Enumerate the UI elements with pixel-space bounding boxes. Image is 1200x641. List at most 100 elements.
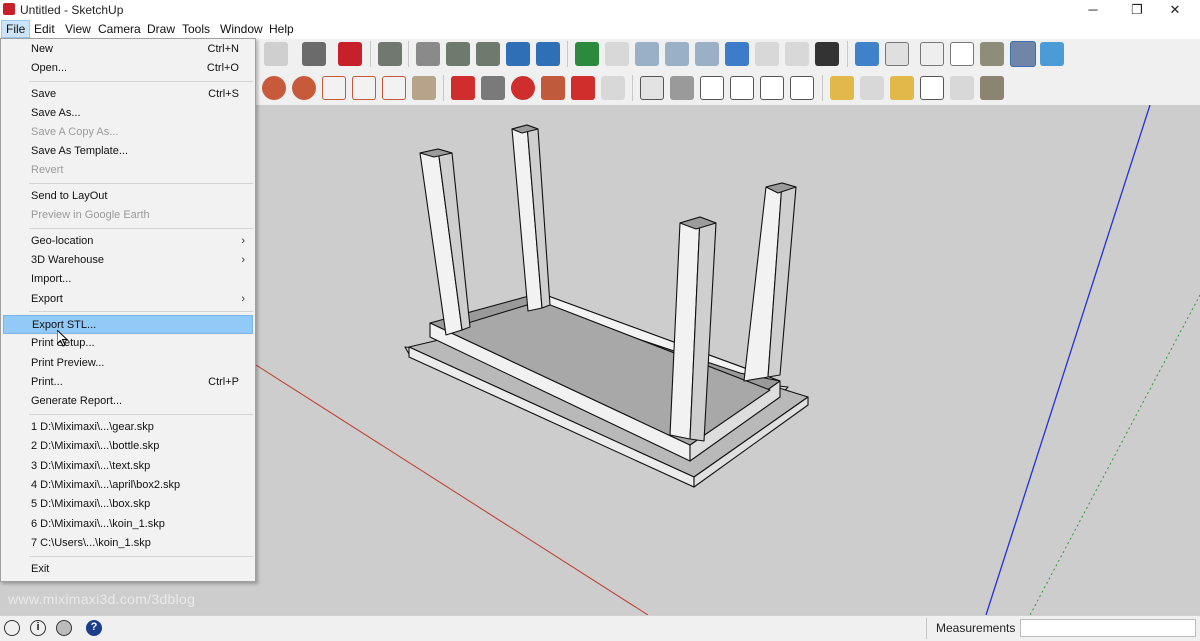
dimension-icon[interactable]: [860, 76, 884, 100]
submenu-arrow-icon: ›: [241, 293, 245, 305]
wireframe-icon[interactable]: [920, 42, 944, 66]
footprints-icon[interactable]: [815, 42, 839, 66]
menu-item-save[interactable]: Save Ctrl+S: [3, 85, 253, 104]
menu-item-save-as-template[interactable]: Save As Template...: [3, 142, 253, 161]
circle-icon[interactable]: [262, 76, 286, 100]
menu-camera[interactable]: Camera: [94, 21, 145, 37]
pie-icon[interactable]: [412, 76, 436, 100]
user-account-icon[interactable]: [56, 620, 72, 636]
toolbar-separator: [822, 75, 823, 101]
measurements-input[interactable]: [1020, 619, 1196, 637]
menu-view[interactable]: View: [61, 21, 95, 37]
menu-window[interactable]: Window: [216, 21, 267, 37]
polygon-icon[interactable]: [292, 76, 316, 100]
zoom-icon[interactable]: [635, 42, 659, 66]
menu-item-recent-file[interactable]: 7 C:\Users\...\koin_1.skp: [3, 534, 253, 553]
three-point-arc-icon[interactable]: [382, 76, 406, 100]
top-view-icon[interactable]: [446, 42, 470, 66]
menu-item-recent-file[interactable]: 2 D:\Miximaxi\...\bottle.skp: [3, 437, 253, 456]
print-icon[interactable]: [302, 42, 326, 66]
menu-item-print-preview[interactable]: Print Preview...: [3, 354, 253, 373]
help-icon[interactable]: ?: [86, 620, 102, 636]
3d-text-icon[interactable]: [980, 76, 1004, 100]
blue-axis: [985, 105, 1151, 615]
protractor-icon[interactable]: [890, 76, 914, 100]
menu-item-3d-warehouse[interactable]: 3D Warehouse ›: [3, 251, 253, 270]
menu-item-export[interactable]: Export ›: [3, 290, 253, 309]
table-model[interactable]: [404, 124, 809, 488]
menu-separator: [29, 311, 253, 312]
house-front-icon[interactable]: [730, 76, 754, 100]
menu-item-new[interactable]: New Ctrl+N: [3, 40, 253, 59]
position-camera-icon[interactable]: [725, 42, 749, 66]
tape-measure-icon[interactable]: [830, 76, 854, 100]
monochrome-icon[interactable]: [1040, 42, 1064, 66]
menu-item-geo-location[interactable]: Geo-location ›: [3, 232, 253, 251]
look-around-icon[interactable]: [785, 42, 809, 66]
status-separator: [926, 618, 927, 639]
redo-icon[interactable]: [264, 42, 288, 66]
hidden-line-icon[interactable]: [950, 42, 974, 66]
title-bar: Untitled - SketchUp ─ ❐ ✕: [0, 0, 1200, 19]
geo-location-icon[interactable]: [4, 620, 20, 636]
credits-info-icon[interactable]: i: [30, 620, 46, 636]
menu-item-print-setup[interactable]: Print Setup...: [3, 334, 253, 353]
menu-item-import[interactable]: Import...: [3, 270, 253, 289]
walk-icon[interactable]: [755, 42, 779, 66]
menu-item-save-as[interactable]: Save As...: [3, 104, 253, 123]
text-tool-icon[interactable]: [920, 76, 944, 100]
make-component-icon[interactable]: [378, 42, 402, 66]
home-icon[interactable]: [700, 76, 724, 100]
watermark-url: www.miximaxi3d.com/3dblog: [8, 591, 196, 607]
shaded-icon[interactable]: [980, 42, 1004, 66]
menu-item-print[interactable]: Print... Ctrl+P: [3, 373, 253, 392]
two-point-arc-icon[interactable]: [352, 76, 376, 100]
menu-edit[interactable]: Edit: [30, 21, 59, 37]
menu-separator: [29, 414, 253, 415]
back-view-icon[interactable]: [536, 42, 560, 66]
menu-item-export-stl[interactable]: Export STL...: [3, 315, 253, 334]
submenu-arrow-icon: ›: [241, 235, 245, 247]
front-view-icon[interactable]: [476, 42, 500, 66]
share-model-icon[interactable]: [670, 76, 694, 100]
warehouse-icon[interactable]: [640, 76, 664, 100]
model-info-icon[interactable]: [338, 42, 362, 66]
arc-icon[interactable]: [322, 76, 346, 100]
orbit-icon[interactable]: [575, 42, 599, 66]
menu-tools[interactable]: Tools: [178, 21, 214, 37]
menu-file[interactable]: File: [1, 20, 31, 38]
zoom-extents-icon[interactable]: [695, 42, 719, 66]
close-button[interactable]: ✕: [1152, 0, 1198, 19]
house-back-icon[interactable]: [790, 76, 814, 100]
push-pull-icon[interactable]: [481, 76, 505, 100]
house-right-icon[interactable]: [760, 76, 784, 100]
right-view-icon[interactable]: [506, 42, 530, 66]
menu-item-recent-file[interactable]: 6 D:\Miximaxi\...\koin_1.skp: [3, 515, 253, 534]
menu-item-recent-file[interactable]: 4 D:\Miximaxi\...\april\box2.skp: [3, 476, 253, 495]
move-icon[interactable]: [451, 76, 475, 100]
xray-icon[interactable]: [855, 42, 879, 66]
minimize-button[interactable]: ─: [1070, 0, 1116, 19]
menu-item-exit[interactable]: Exit: [3, 560, 253, 579]
shaded-textures-icon[interactable]: [1010, 41, 1036, 67]
iso-view-icon[interactable]: [416, 42, 440, 66]
menu-item-recent-file[interactable]: 1 D:\Miximaxi\...\gear.skp: [3, 418, 253, 437]
follow-me-icon[interactable]: [541, 76, 565, 100]
back-edges-icon[interactable]: [885, 42, 909, 66]
window-title: Untitled - SketchUp: [20, 3, 124, 17]
menu-item-recent-file[interactable]: 3 D:\Miximaxi\...\text.skp: [3, 457, 253, 476]
pan-icon[interactable]: [605, 42, 629, 66]
menu-item-generate-report[interactable]: Generate Report...: [3, 392, 253, 411]
zoom-window-icon[interactable]: [665, 42, 689, 66]
menu-draw[interactable]: Draw: [143, 21, 179, 37]
axes-icon[interactable]: [950, 76, 974, 100]
menu-help[interactable]: Help: [265, 21, 298, 37]
menu-item-send-to-layout[interactable]: Send to LayOut: [3, 187, 253, 206]
rotate-icon[interactable]: [511, 76, 535, 100]
menu-item-recent-file[interactable]: 5 D:\Miximaxi\...\box.skp: [3, 495, 253, 514]
scale-icon[interactable]: [571, 76, 595, 100]
menu-item-open[interactable]: Open... Ctrl+O: [3, 59, 253, 78]
offset-icon[interactable]: [601, 76, 625, 100]
sketchup-logo-icon: [3, 3, 15, 15]
mouse-cursor-icon: [57, 330, 69, 347]
